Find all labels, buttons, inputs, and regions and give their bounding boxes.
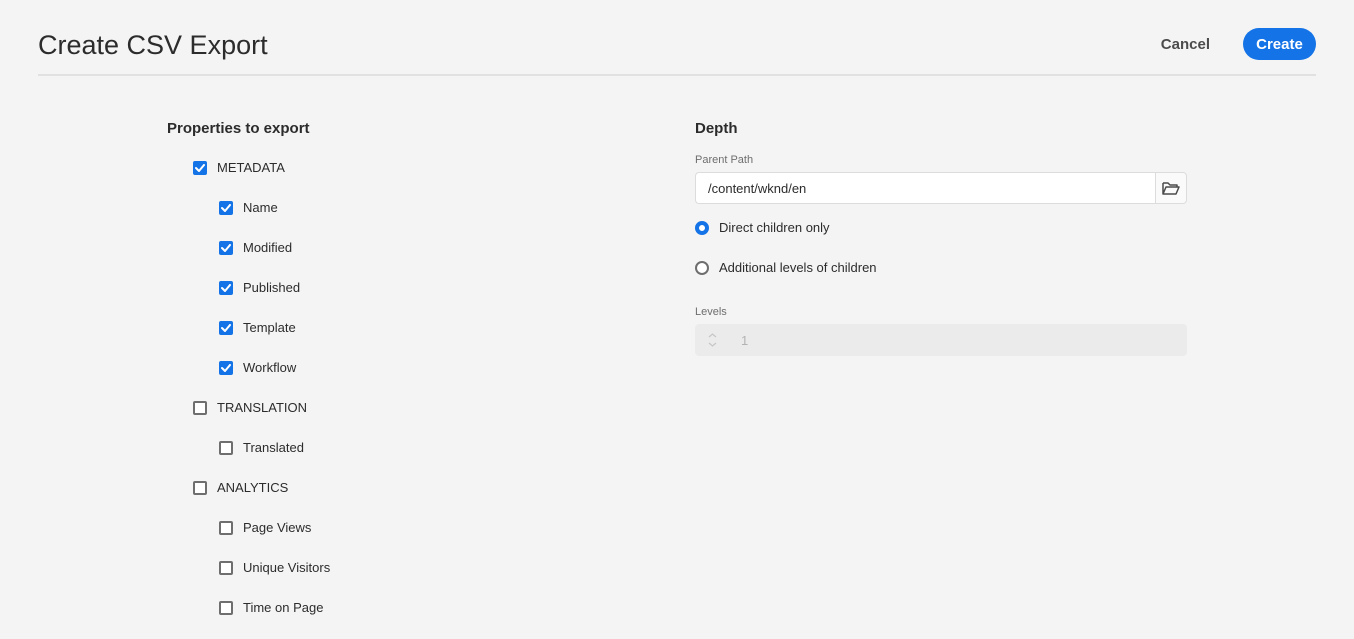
parent-path-field: [695, 172, 1187, 204]
browse-button[interactable]: [1155, 172, 1187, 204]
checkbox-label: Translated: [243, 440, 304, 455]
chevron-down-icon: [708, 342, 716, 347]
depth-heading: Depth: [695, 120, 738, 137]
checkbox-label: TRANSLATION: [217, 400, 308, 415]
radio-label: Additional levels of children: [719, 260, 877, 275]
checkbox-box[interactable]: [219, 561, 233, 575]
checkbox-box[interactable]: [193, 401, 207, 415]
levels-number-field[interactable]: 1: [695, 324, 1187, 356]
page-title: Create CSV Export: [38, 30, 268, 60]
checkbox-box[interactable]: [193, 481, 207, 495]
checkmark-icon: [221, 284, 231, 292]
checkbox-box[interactable]: [219, 521, 233, 535]
checkbox-published[interactable]: Published: [219, 278, 300, 298]
radio-direct-children[interactable]: Direct children only: [695, 218, 830, 238]
checkmark-icon: [221, 324, 231, 332]
checkbox-name[interactable]: Name: [219, 198, 278, 218]
dialog-header: Create CSV Export Cancel Create: [38, 0, 1316, 76]
checkbox-modified[interactable]: Modified: [219, 238, 292, 258]
checkbox-box[interactable]: [219, 281, 233, 295]
checkbox-box[interactable]: [219, 601, 233, 615]
checkbox-label: Unique Visitors: [243, 560, 331, 575]
folder-icon: [1162, 182, 1180, 195]
checkbox-label: Name: [243, 200, 278, 215]
checkbox-template[interactable]: Template: [219, 318, 296, 338]
parent-path-input[interactable]: [695, 172, 1155, 204]
checkmark-icon: [221, 244, 231, 252]
create-button[interactable]: Create: [1243, 28, 1316, 60]
checkbox-time-on-page[interactable]: Time on Page: [219, 598, 323, 618]
radio-label: Direct children only: [719, 220, 830, 235]
properties-heading: Properties to export: [167, 120, 310, 137]
radio-button[interactable]: [695, 261, 709, 275]
checkbox-label: Modified: [243, 240, 293, 255]
checkbox-box[interactable]: [219, 321, 233, 335]
checkbox-label: Workflow: [243, 360, 297, 375]
checkbox-metadata[interactable]: METADATA: [193, 158, 285, 178]
checkbox-box[interactable]: [219, 441, 233, 455]
checkbox-label: Published: [243, 280, 301, 295]
checkbox-page-views[interactable]: Page Views: [219, 518, 311, 538]
checkbox-label: Template: [243, 320, 296, 335]
parent-path-label: Parent Path: [695, 154, 754, 166]
checkbox-unique-visitors[interactable]: Unique Visitors: [219, 558, 330, 578]
levels-stepper[interactable]: [695, 324, 729, 356]
checkbox-box[interactable]: [193, 161, 207, 175]
checkbox-box[interactable]: [219, 201, 233, 215]
checkbox-label: METADATA: [217, 160, 285, 175]
checkbox-label: Time on Page: [243, 600, 324, 615]
checkbox-label: Page Views: [243, 520, 312, 535]
checkmark-icon: [221, 364, 231, 372]
chevron-up-icon: [708, 333, 716, 338]
levels-value: 1: [741, 332, 749, 348]
checkbox-workflow[interactable]: Workflow: [219, 358, 296, 378]
radio-additional-levels[interactable]: Additional levels of children: [695, 258, 877, 278]
checkbox-label: ANALYTICS: [217, 480, 289, 495]
checkbox-translation[interactable]: TRANSLATION: [193, 398, 307, 418]
checkmark-icon: [195, 164, 205, 172]
checkbox-analytics[interactable]: ANALYTICS: [193, 478, 288, 498]
radio-button[interactable]: [695, 221, 709, 235]
levels-label: Levels: [695, 306, 727, 318]
checkmark-icon: [221, 204, 231, 212]
checkbox-box[interactable]: [219, 361, 233, 375]
cancel-button[interactable]: Cancel: [1145, 29, 1226, 61]
checkbox-box[interactable]: [219, 241, 233, 255]
checkbox-translated[interactable]: Translated: [219, 438, 304, 458]
